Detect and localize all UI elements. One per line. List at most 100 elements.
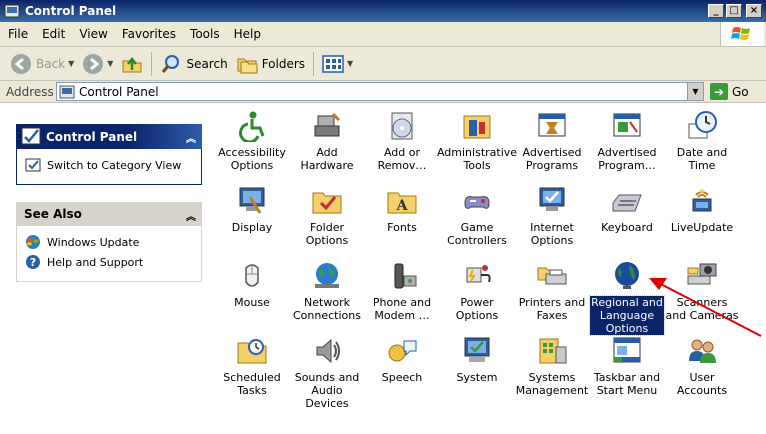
maximize-button[interactable]: □ <box>726 4 742 18</box>
go-label: Go <box>732 84 749 99</box>
advertised-programs-icon <box>613 113 641 137</box>
windows-update-icon <box>26 235 40 249</box>
item-folder-options[interactable]: Folder Options <box>290 185 364 247</box>
annotation-arrow <box>649 278 762 337</box>
speaker-icon <box>316 338 340 364</box>
liveupdate-icon <box>692 189 712 212</box>
toolbar: Back ▼ ▼ Search Folders ▼ <box>0 47 766 81</box>
folders-button[interactable]: Folders <box>232 50 309 78</box>
go-button[interactable]: ➔ Go <box>710 83 749 100</box>
windows-logo-icon <box>720 22 764 46</box>
add-hardware-icon <box>314 112 341 137</box>
accessibility-icon <box>239 111 265 142</box>
item-scheduled-tasks[interactable]: Scheduled Tasks <box>215 335 289 397</box>
item-date-and-time[interactable]: Date and Time <box>665 110 739 172</box>
item-accessibility-options[interactable]: Accessibility Options <box>215 110 289 172</box>
systems-management-icon <box>539 338 567 364</box>
see-also-title: See Also <box>24 207 82 221</box>
control-panel-task-box: Control Panel ︽ Switch to Category View <box>16 124 202 185</box>
control-panel-title: Control Panel <box>46 129 138 144</box>
switch-to-category-view-link[interactable]: Switch to Category View <box>25 155 193 175</box>
go-arrow-icon: ➔ <box>710 83 728 100</box>
help-and-support-link[interactable]: ? Help and Support <box>25 252 193 272</box>
up-folder-icon <box>122 56 142 72</box>
folders-label: Folders <box>261 56 306 71</box>
main-area: Control Panel ︽ Switch to Category View … <box>0 104 766 434</box>
item-advertised-programs[interactable]: Advertised Programs <box>515 110 589 172</box>
see-also-body: Windows Update ? Help and Support <box>16 226 202 282</box>
item-phone-and-modem[interactable]: Phone and Modem … <box>365 260 439 322</box>
item-system[interactable]: System <box>440 335 514 384</box>
chevron-down-icon[interactable]: ▼ <box>347 59 353 68</box>
item-display[interactable]: Display <box>215 185 289 234</box>
control-panel-icon <box>4 4 20 18</box>
menu-bar: File Edit View Favorites Tools Help <box>0 22 766 47</box>
address-dropdown-button[interactable]: ▼ <box>687 83 703 100</box>
item-internet-options[interactable]: Internet Options <box>515 185 589 247</box>
chevron-down-icon[interactable]: ▼ <box>107 59 113 68</box>
collapse-icon[interactable]: ︽ <box>186 208 196 223</box>
item-fonts[interactable]: A Fonts <box>365 185 439 234</box>
address-value: Control Panel <box>79 84 159 99</box>
administrative-tools-icon <box>463 115 491 139</box>
item-mouse[interactable]: Mouse <box>215 260 289 309</box>
phone-icon <box>394 263 417 289</box>
address-label: Address <box>6 84 54 99</box>
printer-icon <box>537 267 567 285</box>
category-view-icon <box>25 158 41 172</box>
svg-text:A: A <box>396 198 409 214</box>
power-plug-icon <box>466 265 491 283</box>
mouse-icon <box>245 264 259 287</box>
search-button[interactable]: Search <box>156 50 231 78</box>
item-speech[interactable]: Speech <box>365 335 439 384</box>
item-game-controllers[interactable]: Game Controllers <box>440 185 514 247</box>
back-arrow-icon <box>11 53 31 74</box>
control-panel-header[interactable]: Control Panel ︽ <box>16 124 202 149</box>
item-systems-management[interactable]: Systems Management <box>515 335 589 397</box>
advertised-programs-icon <box>538 113 566 137</box>
control-panel-icon <box>21 127 41 145</box>
item-network-connections[interactable]: Network Connections <box>290 260 364 322</box>
game-controller-icon <box>464 196 490 209</box>
back-button[interactable]: Back ▼ <box>6 50 78 78</box>
svg-text:?: ? <box>30 256 36 269</box>
menu-edit[interactable]: Edit <box>36 27 71 41</box>
minimize-button[interactable]: _ <box>708 4 724 18</box>
item-keyboard[interactable]: Keyboard <box>590 185 664 234</box>
see-also-header[interactable]: See Also ︽ <box>16 202 202 226</box>
address-input[interactable]: Control Panel ▼ <box>56 82 704 101</box>
forward-button[interactable]: ▼ <box>78 50 117 78</box>
views-button[interactable]: ▼ <box>318 50 357 78</box>
menu-help[interactable]: Help <box>228 27 267 41</box>
item-add-or-remove-programs[interactable]: Add or Remov… <box>365 110 439 172</box>
back-label: Back <box>36 56 66 71</box>
item-liveupdate[interactable]: LiveUpdate <box>665 185 739 234</box>
menu-favorites[interactable]: Favorites <box>116 27 182 41</box>
collapse-icon[interactable]: ︽ <box>186 130 196 145</box>
display-icon <box>239 187 265 214</box>
title-bar: Control Panel _ □ × <box>0 0 766 22</box>
windows-update-link[interactable]: Windows Update <box>25 232 193 252</box>
item-taskbar-and-start-menu[interactable]: Taskbar and Start Menu <box>590 335 664 397</box>
menu-file[interactable]: File <box>2 27 34 41</box>
item-add-hardware[interactable]: Add Hardware <box>290 110 364 172</box>
up-folder-button[interactable] <box>117 50 147 78</box>
folder-options-icon <box>312 192 342 214</box>
menu-tools[interactable]: Tools <box>184 27 226 41</box>
item-advertised-programs-2[interactable]: Advertised Program… <box>590 110 664 172</box>
menu-view[interactable]: View <box>73 27 113 41</box>
keyboard-icon <box>612 194 642 212</box>
chevron-down-icon[interactable]: ▼ <box>68 59 74 68</box>
speech-icon <box>388 340 417 362</box>
item-administrative-tools[interactable]: Administrative Tools <box>437 110 517 172</box>
system-icon <box>464 337 490 362</box>
item-user-accounts[interactable]: User Accounts <box>665 335 739 397</box>
add-remove-programs-icon <box>391 112 413 140</box>
item-printers-and-faxes[interactable]: Printers and Faxes <box>515 260 589 322</box>
item-power-options[interactable]: Power Options <box>440 260 514 322</box>
close-button[interactable]: × <box>746 4 762 18</box>
control-panel-body: Switch to Category View <box>16 149 202 185</box>
item-sounds-and-audio-devices[interactable]: Sounds and Audio Devices <box>290 335 364 410</box>
fonts-icon: A <box>387 192 417 214</box>
views-icon <box>322 54 344 73</box>
